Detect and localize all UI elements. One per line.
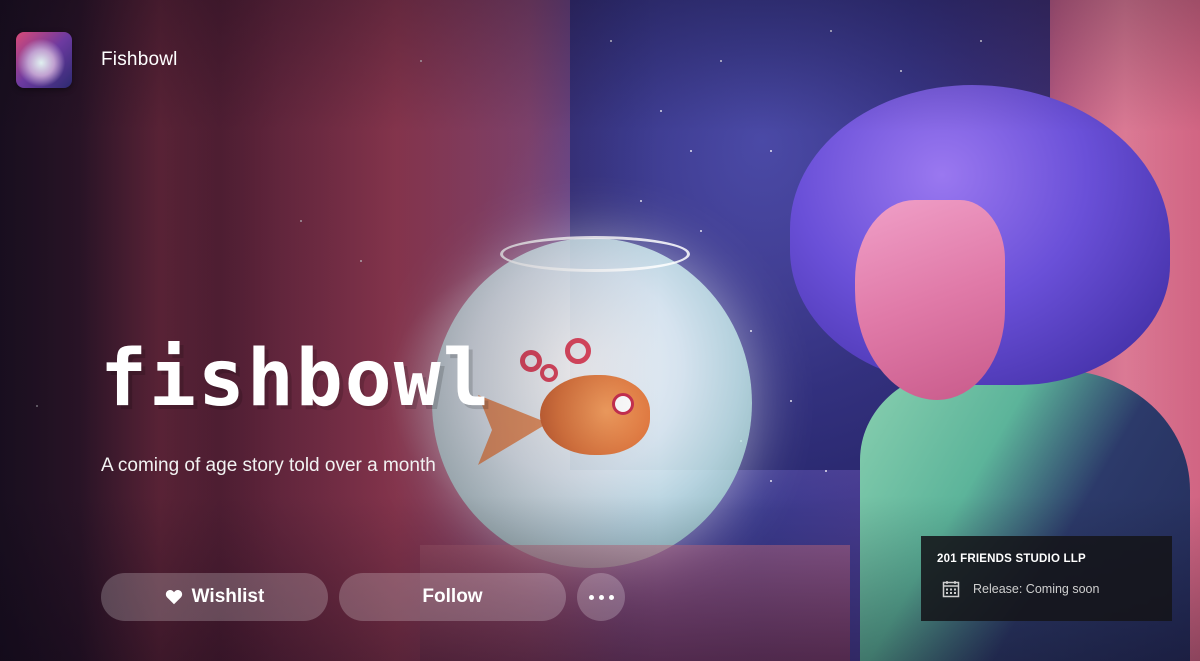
wishlist-label: Wishlist	[191, 586, 265, 607]
publisher-name: 201 FRIENDS STUDIO LLP	[937, 553, 1086, 565]
heart-icon	[165, 590, 182, 605]
game-tagline: A coming of age story told over a month	[101, 455, 436, 476]
more-options-button[interactable]	[577, 573, 625, 621]
game-info-panel: 201 FRIENDS STUDIO LLP Release: Coming s…	[921, 536, 1172, 621]
follow-button[interactable]: Follow	[339, 573, 566, 621]
follow-label: Follow	[422, 586, 483, 607]
release-row: Release: Coming soon	[942, 580, 1156, 598]
game-logo: fishbowl	[100, 334, 492, 424]
app-title: Fishbowl	[101, 49, 178, 70]
more-options-icon	[588, 594, 614, 600]
game-hub-page: Fishbowl fishbowl A coming of age story …	[0, 0, 1200, 661]
release-status: Release: Coming soon	[973, 582, 1100, 596]
calendar-icon	[942, 581, 960, 598]
game-thumbnail[interactable]	[16, 32, 72, 88]
wishlist-button[interactable]: Wishlist	[101, 573, 328, 621]
top-bar: Fishbowl	[16, 32, 178, 88]
